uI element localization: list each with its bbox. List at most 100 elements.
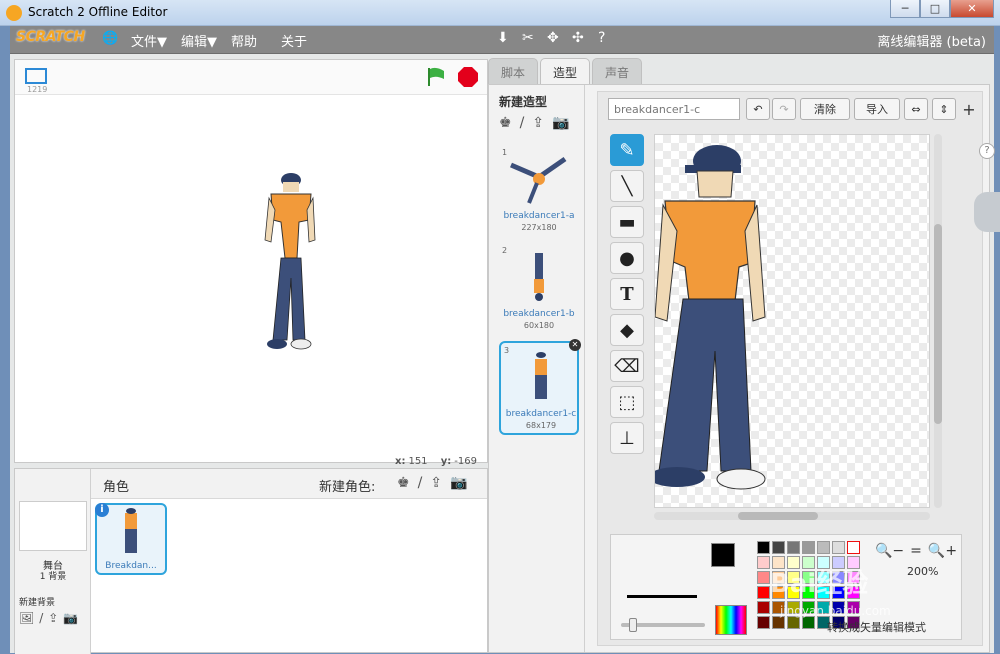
- costume-panel: 新建造型 ♚ / ⇪ 📷 1 breakdancer1-a 227x180 2 …: [488, 84, 995, 653]
- costume-thumb: [510, 156, 567, 204]
- sprite-header: 角色 新建角色: ♚ / ⇪ 📷: [91, 469, 487, 499]
- delete-costume-icon[interactable]: ✕: [569, 339, 581, 351]
- paint-backdrop-icon[interactable]: /: [39, 611, 43, 625]
- y-label: y:: [440, 456, 452, 467]
- close-button[interactable]: ✕: [950, 0, 994, 18]
- zoom-in-icon[interactable]: 🔍+: [928, 543, 957, 559]
- paint-canvas[interactable]: [654, 134, 930, 508]
- scratch-logo[interactable]: SCRATCH: [16, 29, 85, 45]
- import-button[interactable]: 导入: [854, 98, 900, 120]
- fullscreen-icon[interactable]: [25, 68, 47, 84]
- scissors-icon[interactable]: ✂: [522, 30, 534, 46]
- sprites-title: 角色: [103, 480, 130, 495]
- editor-help-icon[interactable]: ?: [979, 143, 995, 159]
- costume-item[interactable]: 1 breakdancer1-a 227x180: [499, 145, 579, 239]
- costume-thumb: [534, 253, 544, 301]
- costume-size: 68x179: [525, 421, 557, 430]
- stamp-icon[interactable]: ⬇: [497, 30, 509, 46]
- ellipse-icon[interactable]: ●: [610, 242, 644, 274]
- sprite-panel: 舞台 1 背景 新建背景 🖼 / ⇪ 📷 角色 新建角色: ♚ / ⇪ 📷 i: [14, 468, 488, 654]
- eraser-icon[interactable]: ⌫: [610, 350, 644, 382]
- flip-vertical-icon[interactable]: ⇕: [932, 98, 956, 120]
- x-value: 151: [408, 456, 428, 467]
- offline-mode-label: 离线编辑器 (beta): [877, 35, 986, 50]
- costume-number: 1: [502, 148, 508, 157]
- canvas-horizontal-scrollbar[interactable]: [654, 512, 930, 520]
- line-icon[interactable]: ╲: [610, 170, 644, 202]
- paint-sprite-icon[interactable]: /: [418, 475, 423, 491]
- costume-name: breakdancer1-b: [503, 309, 575, 319]
- flip-horizontal-icon[interactable]: ⇔: [904, 98, 928, 120]
- x-label: x:: [395, 456, 406, 467]
- primary-color-swatch[interactable]: [711, 543, 735, 567]
- brush-icon[interactable]: ✎: [610, 134, 644, 166]
- menu-edit[interactable]: 编辑▼: [181, 31, 217, 50]
- sprite-thumb-image: [125, 508, 137, 553]
- stop-icon[interactable]: [458, 67, 478, 87]
- upload-sprite-icon[interactable]: ⇪: [430, 475, 442, 491]
- tab-sounds[interactable]: 声音: [592, 58, 643, 84]
- line-width-slider[interactable]: [621, 618, 705, 632]
- stage-thumbnail[interactable]: [19, 501, 87, 551]
- upload-backdrop-icon[interactable]: ⇪: [48, 611, 58, 625]
- side-dock-tab[interactable]: [974, 192, 1000, 232]
- menubar: SCRATCH 🌐 文件▼ 编辑▼ 帮助 关于 ⬇ ✂ ✥ ✣ ? 离线编辑器 …: [10, 26, 994, 54]
- shrink-icon[interactable]: ✣: [572, 30, 584, 46]
- zoom-level: 200%: [907, 565, 939, 578]
- stage-header: 1219: [15, 60, 487, 95]
- menu-file[interactable]: 文件▼: [131, 31, 167, 50]
- rectangle-icon[interactable]: ▬: [610, 206, 644, 238]
- new-sprite-tools: ♚ / ⇪ 📷: [397, 475, 467, 491]
- costume-item[interactable]: 2 breakdancer1-b 60x180: [499, 243, 579, 337]
- undo-button[interactable]: ↶: [746, 98, 770, 120]
- new-costume-label: 新建造型: [499, 95, 548, 109]
- camera-backdrop-icon[interactable]: 📷: [63, 611, 78, 625]
- minimize-button[interactable]: ─: [890, 0, 920, 18]
- tab-costumes[interactable]: 造型: [540, 58, 591, 84]
- editor-tabs: 脚本 造型 声音: [488, 58, 643, 84]
- version-label: 1219: [27, 85, 48, 94]
- paint-costume-icon[interactable]: /: [520, 115, 525, 131]
- color-picker[interactable]: [715, 605, 747, 635]
- stage-selector[interactable]: 舞台 1 背景 新建背景 🖼 / ⇪ 📷: [15, 469, 91, 654]
- paint-toolbar: ✎ ╲ ▬ ● T ◆ ⌫ ⬚ ⊥: [610, 134, 646, 458]
- green-flag-icon[interactable]: [425, 66, 447, 88]
- scratch-cat-icon: [6, 5, 22, 21]
- canvas-vertical-scrollbar[interactable]: [934, 134, 942, 508]
- camera-costume-icon[interactable]: 📷: [552, 115, 569, 131]
- tab-scripts[interactable]: 脚本: [488, 58, 539, 84]
- globe-icon[interactable]: 🌐: [102, 31, 118, 46]
- zoom-out-icon[interactable]: 🔍−: [875, 543, 904, 559]
- stamp-tool-icon[interactable]: ⊥: [610, 422, 644, 454]
- sprite-library-icon[interactable]: ♚: [397, 475, 410, 491]
- maximize-button[interactable]: □: [920, 0, 950, 18]
- zoom-reset-button[interactable]: =: [910, 543, 922, 559]
- redo-button[interactable]: ↷: [772, 98, 796, 120]
- camera-sprite-icon[interactable]: 📷: [450, 475, 467, 491]
- window-controls: ─ □ ✕: [890, 0, 994, 18]
- costume-library-icon[interactable]: ♚: [499, 115, 512, 131]
- menu-about[interactable]: 关于: [281, 31, 307, 50]
- costume-number: 2: [502, 246, 508, 255]
- text-icon[interactable]: T: [610, 278, 644, 310]
- block-help-icon[interactable]: ?: [598, 30, 605, 46]
- costume-thumb: [535, 352, 547, 399]
- set-center-icon[interactable]: +: [958, 98, 980, 120]
- grow-icon[interactable]: ✥: [547, 30, 559, 46]
- upload-costume-icon[interactable]: ⇪: [532, 115, 544, 131]
- fill-icon[interactable]: ◆: [610, 314, 644, 346]
- watermark-logo: Bai经验: [770, 569, 869, 599]
- select-icon[interactable]: ⬚: [610, 386, 644, 418]
- menu-help[interactable]: 帮助: [231, 31, 257, 50]
- sprite-name: Breakdan...: [105, 561, 157, 571]
- sprite-thumbnail[interactable]: i Breakdan...: [95, 503, 167, 575]
- stage-canvas[interactable]: [15, 96, 487, 456]
- costume-name: breakdancer1-a: [503, 211, 575, 221]
- convert-to-vector-button[interactable]: 转换成矢量编辑模式: [827, 619, 926, 635]
- costume-item-selected[interactable]: 3 ✕ breakdancer1-c 68x179: [499, 339, 581, 435]
- clear-button[interactable]: 清除: [800, 98, 850, 120]
- backdrop-library-icon[interactable]: 🖼: [19, 611, 34, 625]
- mouse-coordinates: x: 151 y: -169: [395, 456, 477, 467]
- costume-name-input[interactable]: [608, 98, 740, 120]
- costume-size: 227x180: [521, 223, 557, 232]
